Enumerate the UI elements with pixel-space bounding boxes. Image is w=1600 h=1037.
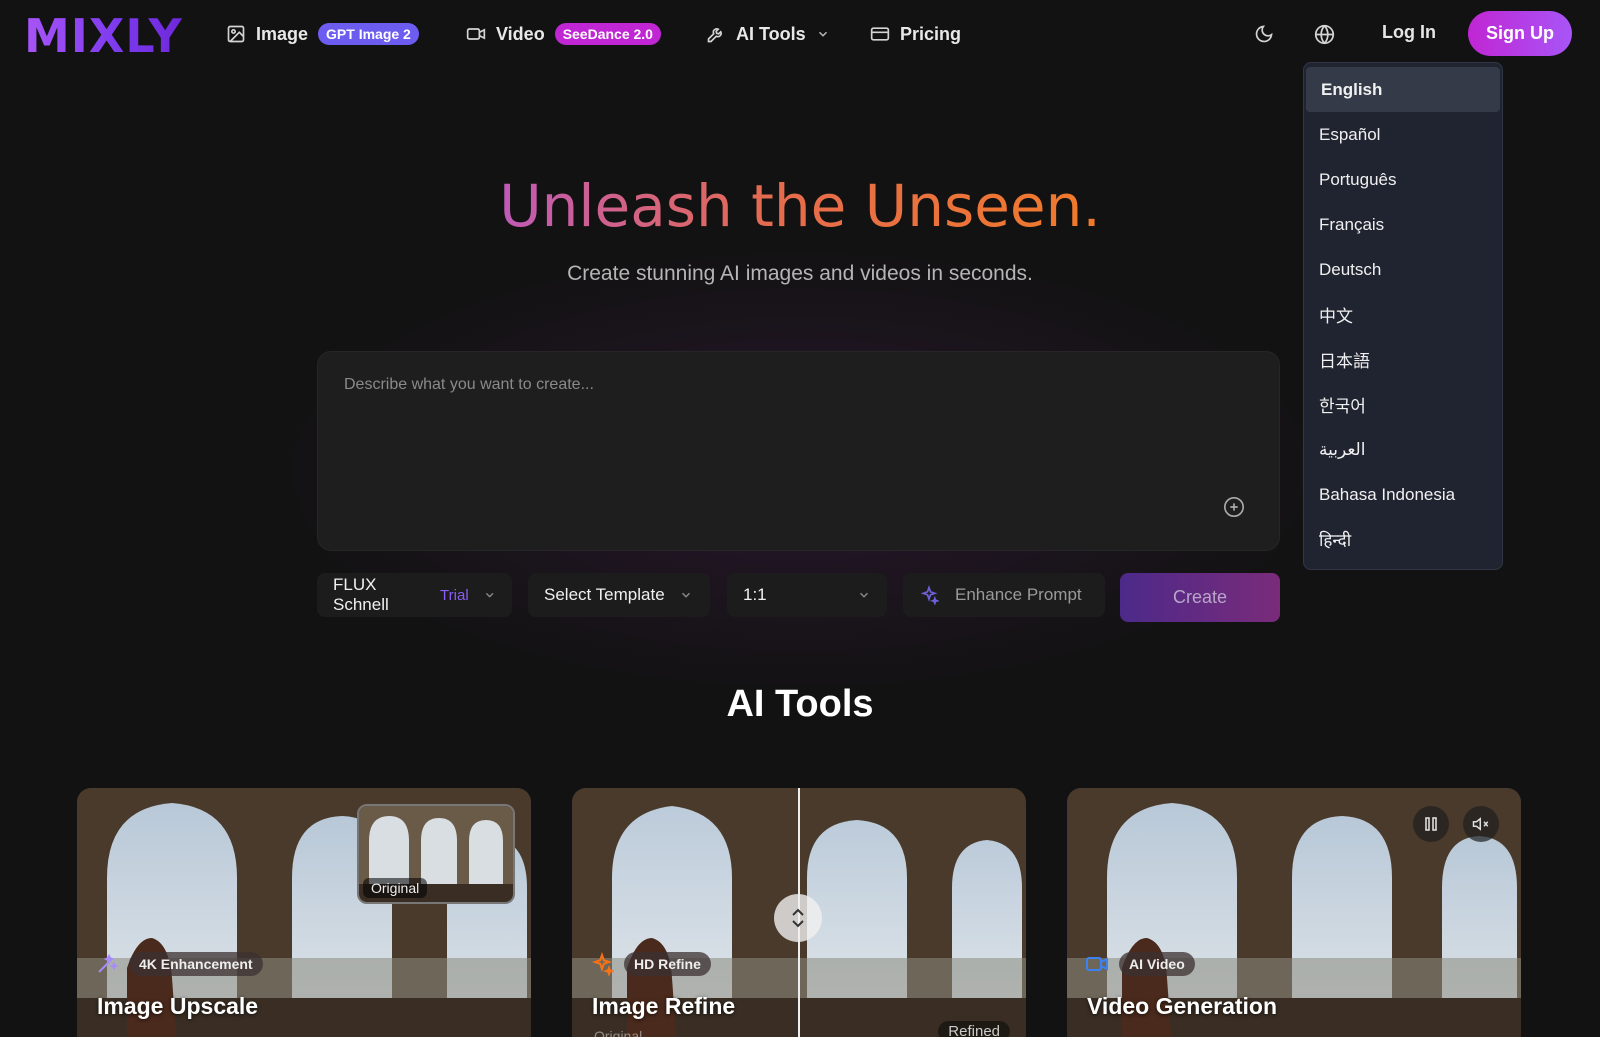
refined-label: Refined — [938, 1021, 1010, 1037]
language-menu: English Español Português Français Deuts… — [1303, 62, 1503, 570]
sparkle-icon — [920, 585, 939, 605]
lang-item-indonesian[interactable]: Bahasa Indonesia — [1304, 472, 1502, 517]
chevron-down-icon — [818, 31, 827, 37]
lang-item-chinese[interactable]: 中文 — [1304, 292, 1502, 337]
card-tag: AI Video — [1085, 952, 1195, 976]
model-select[interactable]: FLUX Schnell Trial — [317, 573, 512, 617]
video-icon — [466, 28, 486, 40]
pause-button[interactable] — [1413, 806, 1449, 842]
aspect-ratio-select[interactable]: 1:1 — [727, 573, 887, 617]
add-attachment-icon[interactable] — [1223, 496, 1245, 518]
lang-item-deutsch[interactable]: Deutsch — [1304, 247, 1502, 292]
sparkle-icon — [591, 952, 614, 976]
chevron-down-icon — [681, 592, 690, 598]
create-button[interactable]: Create — [1120, 573, 1280, 622]
theme-toggle-button[interactable] — [1248, 18, 1280, 50]
lang-item-english[interactable]: English — [1306, 67, 1500, 112]
volume-mute-icon — [1472, 817, 1489, 831]
magic-wand-icon — [98, 953, 119, 973]
chevron-up-down-icon — [792, 908, 804, 928]
trial-tag: Trial — [440, 586, 469, 604]
mixly-logo[interactable]: MIXLY — [24, 9, 183, 63]
template-select[interactable]: Select Template — [528, 573, 710, 617]
login-button[interactable]: Log In — [1382, 22, 1436, 43]
original-thumbnail: Original — [357, 804, 515, 904]
original-label: Original — [363, 878, 428, 898]
tool-card-video[interactable]: AI Video Video Generation — [1067, 788, 1521, 1037]
globe-icon — [1314, 24, 1334, 44]
ratio-label: 1:1 — [743, 585, 767, 604]
seedance-badge: SeeDance 2.0 — [554, 23, 661, 45]
lang-item-espanol[interactable]: Español — [1304, 112, 1502, 157]
lang-item-hindi[interactable]: हिन्दी — [1304, 517, 1502, 562]
original-label: Original — [594, 1028, 643, 1037]
prompt-box — [317, 351, 1280, 551]
card-badge: 4K Enhancement — [129, 952, 263, 976]
signup-button[interactable]: Sign Up — [1468, 11, 1572, 56]
gpt-image-badge: GPT Image 2 — [318, 23, 419, 45]
card-badge: AI Video — [1119, 952, 1195, 976]
nav-pricing-label: Pricing — [900, 23, 962, 44]
chevron-down-icon — [859, 592, 869, 598]
enhance-prompt-button[interactable]: Enhance Prompt — [903, 573, 1105, 617]
lang-item-arabic[interactable]: العربية — [1304, 427, 1502, 472]
tool-card-upscale[interactable]: Original 4K Enhancement Image Upscale — [77, 788, 531, 1037]
card-badge: HD Refine — [624, 952, 711, 976]
lang-item-francais[interactable]: Français — [1304, 202, 1502, 247]
card-tag: 4K Enhancement — [95, 952, 263, 976]
nav-video-label: Video — [496, 23, 545, 44]
compare-slider-handle[interactable] — [774, 894, 822, 942]
card-title: Image Upscale — [97, 993, 259, 1019]
nav-video[interactable]: Video SeeDance 2.0 — [466, 18, 661, 50]
mute-button[interactable] — [1463, 806, 1499, 842]
language-button[interactable] — [1308, 18, 1340, 50]
nav-image-label: Image — [256, 23, 309, 44]
lang-item-korean[interactable]: 한국어 — [1304, 382, 1502, 427]
image-icon — [227, 25, 245, 43]
lang-item-japanese[interactable]: 日本語 — [1304, 337, 1502, 382]
card-title: Video Generation — [1087, 993, 1278, 1019]
nav-pricing[interactable]: Pricing — [870, 18, 961, 50]
wrench-icon — [707, 28, 722, 43]
model-name: FLUX Schnell — [333, 575, 389, 614]
card-title: Image Refine — [592, 993, 736, 1019]
enhance-label: Enhance Prompt — [955, 585, 1082, 604]
video-icon — [1086, 957, 1108, 971]
tool-card-refine[interactable]: Original Refined HD Refine Image Refine — [572, 788, 1026, 1037]
ai-tools-heading: AI Tools — [726, 683, 874, 725]
chevron-down-icon — [485, 592, 494, 598]
lang-item-portugues[interactable]: Português — [1304, 157, 1502, 202]
pause-icon — [1425, 817, 1437, 831]
nav-ai-tools-label: AI Tools — [736, 23, 806, 44]
nav-ai-tools[interactable]: AI Tools — [706, 18, 830, 50]
card-tag: HD Refine — [590, 952, 711, 976]
prompt-input[interactable] — [344, 376, 1224, 516]
moon-icon — [1255, 25, 1273, 43]
nav-image[interactable]: Image GPT Image 2 — [226, 18, 419, 50]
credit-card-icon — [870, 27, 890, 41]
template-label: Select Template — [544, 585, 665, 604]
